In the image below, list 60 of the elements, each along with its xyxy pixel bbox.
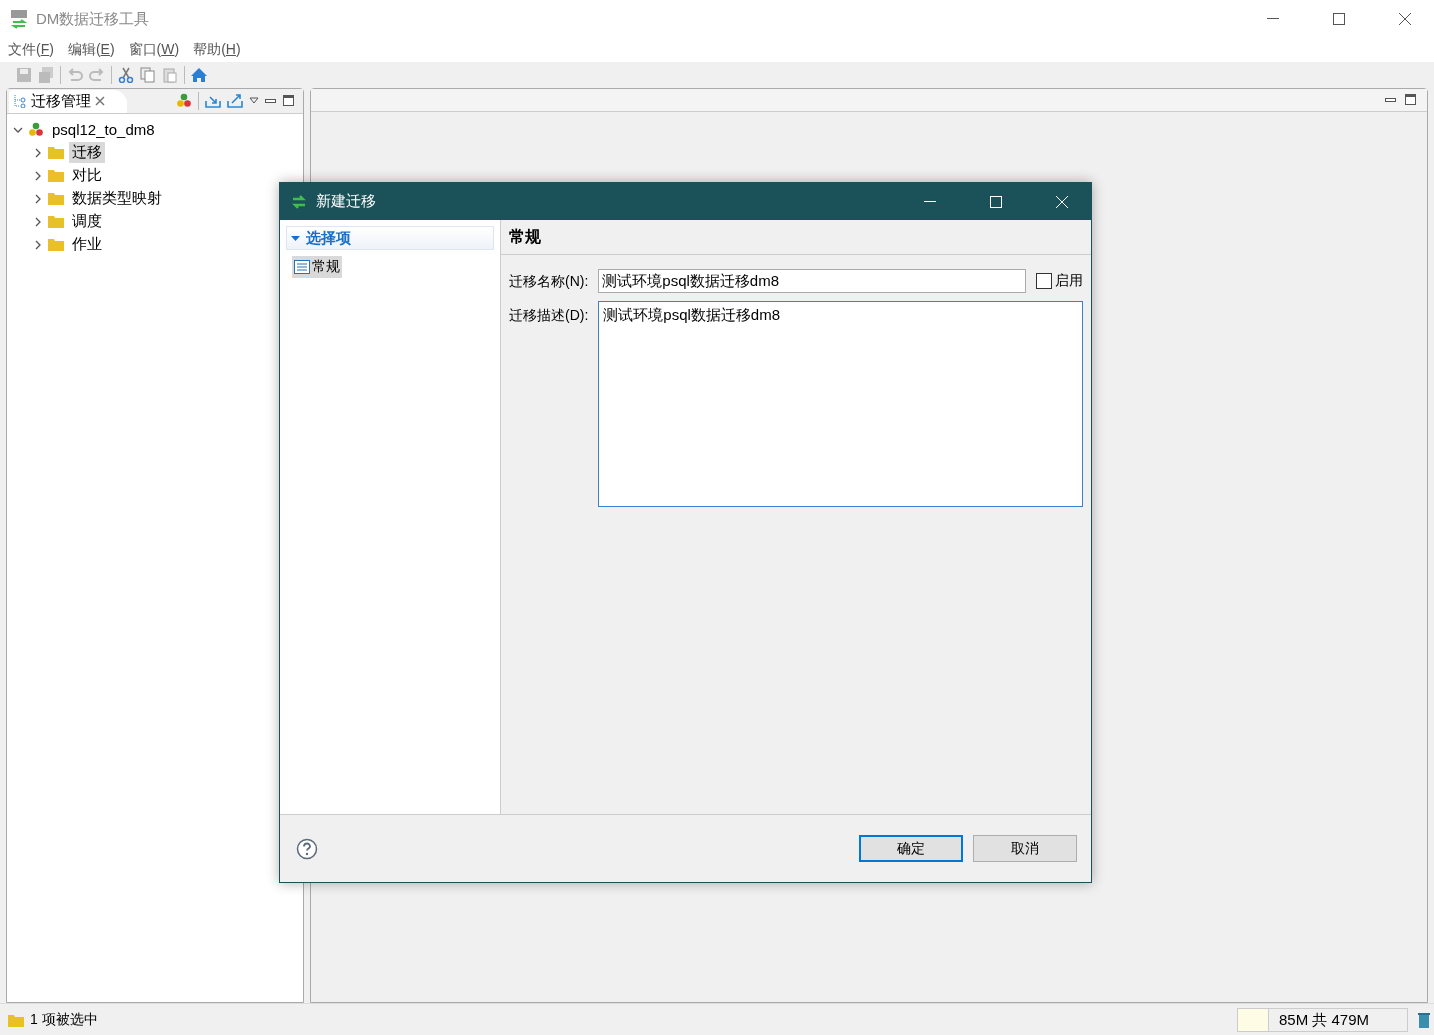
minimize-icon[interactable] [265,97,277,105]
tree-item[interactable]: 迁移 [69,142,105,163]
copy-icon[interactable] [140,67,156,83]
dots-icon [28,121,44,138]
chevron-right-icon[interactable] [33,216,43,227]
export-icon[interactable] [227,94,243,108]
memory-indicator: 85M 共 479M [1236,1008,1408,1032]
cut-icon[interactable] [118,67,134,83]
home-icon[interactable] [191,67,207,83]
close-icon[interactable] [95,96,105,106]
minimize-icon[interactable] [924,200,936,203]
page-title: 常规 [501,220,1091,255]
folder-icon [48,238,64,251]
folder-icon [8,1013,24,1027]
folder-icon [48,215,64,228]
chevron-right-icon[interactable] [33,170,43,181]
minimize-icon[interactable] [1385,96,1397,104]
folder-icon [48,146,64,159]
tree-item[interactable]: psql12_to_dm8 [49,120,158,139]
menu-item[interactable]: 文件(F) [8,41,54,59]
maximize-icon[interactable] [1405,94,1417,106]
trash-icon[interactable] [1418,1012,1430,1028]
app-logo-icon [10,9,28,29]
menu-item[interactable]: 编辑(E) [67,41,115,59]
help-icon[interactable] [296,837,318,860]
window-title: DM数据迁移工具 [36,9,151,29]
tree-item[interactable]: 数据类型映射 [69,188,165,209]
status-text: 1 项被选中 [30,1011,99,1029]
close-icon[interactable] [1399,13,1411,25]
dialog-button[interactable]: 确定 [859,835,963,862]
view-tab[interactable]: 迁移管理 [9,89,127,113]
name-input[interactable]: 测试环境psql数据迁移dm8 [598,269,1026,293]
tree-item[interactable]: 调度 [69,211,105,232]
folder-icon [48,192,64,205]
minimize-icon[interactable] [1267,18,1279,20]
menu-item[interactable]: 帮助(H) [193,41,241,59]
section-header[interactable]: 选择项 [286,226,494,250]
chevron-right-icon[interactable] [33,239,43,250]
chevron-right-icon[interactable] [33,147,43,158]
nav-item[interactable]: 常规 [292,256,342,278]
enable-checkbox[interactable]: 启用 [1036,269,1083,290]
chevron-right-icon[interactable] [33,193,43,204]
tree-view-icon [13,94,27,108]
description-input[interactable]: 测试环境psql数据迁移dm8 [598,301,1083,507]
dialog-title: 新建迁移 [316,192,377,211]
tree-item[interactable]: 作业 [69,234,105,255]
dots-icon [176,93,192,109]
maximize-icon[interactable] [283,95,295,107]
dialog-button[interactable]: 取消 [973,835,1077,862]
menu-item[interactable]: 窗口(W) [128,41,180,59]
list-icon [294,260,310,274]
import-icon[interactable] [205,94,221,108]
tree-item[interactable]: 对比 [69,165,105,186]
dropdown-icon[interactable] [249,97,259,105]
maximize-icon[interactable] [1333,13,1345,25]
arrows-icon [290,194,308,209]
caret-down-icon [291,233,300,243]
field-label: 迁移名称(N): [509,272,589,291]
field-label: 迁移描述(D): [509,306,589,325]
folder-icon [48,169,64,182]
